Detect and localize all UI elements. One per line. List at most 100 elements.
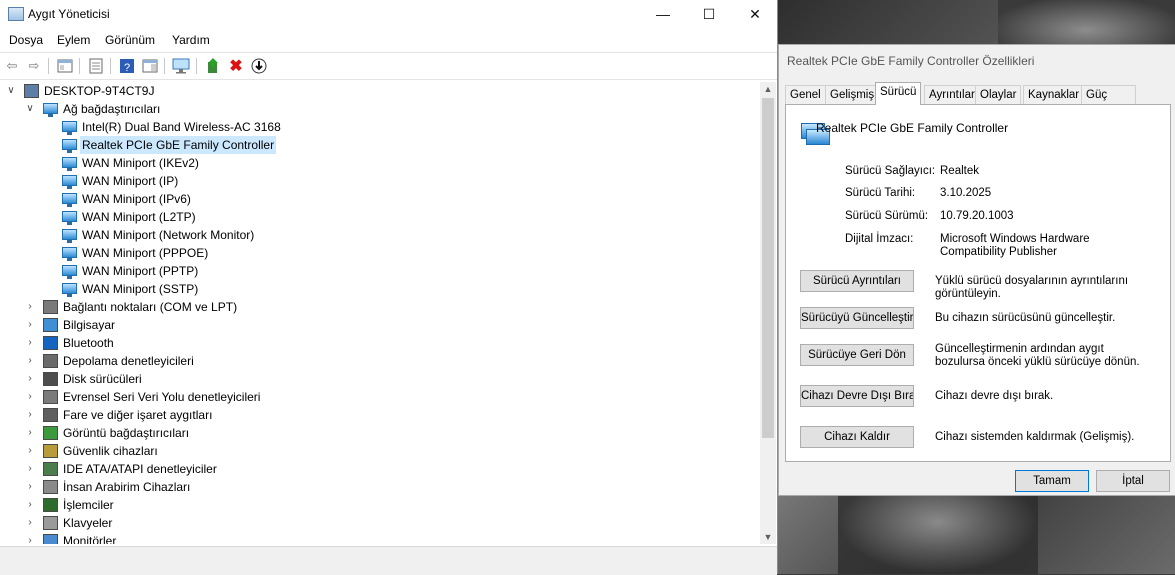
menu-action[interactable]: Eylem — [57, 33, 90, 47]
category-item[interactable]: › Depolama denetleyicileri — [0, 352, 760, 370]
tree-item-label: Depolama denetleyicileri — [63, 354, 194, 368]
network-adapter-item[interactable]: WAN Miniport (SSTP) — [0, 280, 760, 298]
expand-chevron-icon[interactable]: › — [25, 352, 35, 370]
uninstall-device-button[interactable]: Cihazı Kaldır — [800, 426, 914, 448]
roll-back-driver-button[interactable]: Sürücüye Geri Dön — [800, 344, 914, 366]
expand-chevron-icon[interactable]: › — [25, 514, 35, 532]
scroll-down-icon[interactable]: ▼ — [760, 530, 776, 544]
tree-item-label: Fare ve diğer işaret aygıtları — [63, 408, 213, 422]
tree-item-label: Klavyeler — [63, 516, 113, 530]
title-bar[interactable]: Aygıt Yöneticisi — ☐ ✕ — [0, 0, 777, 28]
expand-chevron-icon[interactable]: › — [25, 424, 35, 442]
category-item[interactable]: › IDE ATA/ATAPI denetleyiciler — [0, 460, 760, 478]
tree-item-label: İnsan Arabirim Cihazları — [63, 480, 191, 494]
expand-chevron-icon[interactable]: › — [25, 370, 35, 388]
network-adapter-icon — [62, 265, 77, 279]
expand-chevron-icon[interactable]: › — [25, 532, 35, 544]
expand-chevron-icon[interactable]: › — [25, 298, 35, 316]
tree-root[interactable]: ∨ DESKTOP-9T4CT9J — [0, 82, 760, 100]
category-network-adapters[interactable]: ∨ Ağ bağdaştırıcıları — [0, 100, 760, 118]
tree-item-label: IDE ATA/ATAPI denetleyiciler — [63, 462, 217, 476]
tree-item-label: WAN Miniport (IKEv2) — [82, 156, 199, 170]
tab-resources[interactable]: Kaynaklar — [1023, 85, 1085, 105]
category-item[interactable]: › Güvenlik cihazları — [0, 442, 760, 460]
port-icon — [43, 300, 58, 314]
show-hide-console-tree-icon[interactable] — [56, 57, 74, 75]
expand-chevron-icon[interactable]: › — [25, 334, 35, 352]
expand-chevron-icon[interactable]: › — [25, 478, 35, 496]
tab-events[interactable]: Olaylar — [975, 85, 1022, 105]
category-item[interactable]: › İnsan Arabirim Cihazları — [0, 478, 760, 496]
cancel-button[interactable]: İptal — [1096, 470, 1170, 492]
toolbar-separator — [79, 58, 80, 74]
network-adapter-item[interactable]: WAN Miniport (IPv6) — [0, 190, 760, 208]
menu-help[interactable]: Yardım — [172, 33, 210, 47]
network-adapter-item[interactable]: WAN Miniport (IKEv2) — [0, 154, 760, 172]
provider-label: Sürücü Sağlayıcı: — [845, 165, 936, 177]
forward-arrow-icon[interactable]: ⇨ — [25, 57, 43, 75]
category-item[interactable]: › Bluetooth — [0, 334, 760, 352]
network-adapter-item[interactable]: WAN Miniport (L2TP) — [0, 208, 760, 226]
uninstall-device-icon[interactable]: ✖ — [227, 57, 245, 75]
expand-chevron-icon[interactable]: › — [25, 496, 35, 514]
network-adapter-item[interactable]: Intel(R) Dual Band Wireless-AC 3168 — [0, 118, 760, 136]
bluetooth-icon — [43, 336, 58, 350]
disable-device-icon[interactable] — [250, 57, 268, 75]
tree-item-label: DESKTOP-9T4CT9J — [44, 84, 155, 98]
minimize-button[interactable]: — — [640, 0, 686, 28]
network-adapter-item[interactable]: WAN Miniport (Network Monitor) — [0, 226, 760, 244]
expand-chevron-icon[interactable]: › — [25, 460, 35, 478]
tab-power-management[interactable]: Güç Yönetimi — [1081, 85, 1136, 120]
category-item[interactable]: › İşlemciler — [0, 496, 760, 514]
tree-item-label: Ağ bağdaştırıcıları — [63, 102, 161, 116]
disk-drive-icon — [43, 372, 58, 386]
menu-file[interactable]: Dosya — [9, 33, 43, 47]
menu-view[interactable]: Görünüm — [105, 33, 155, 47]
tree-item-label: Görüntü bağdaştırıcıları — [63, 426, 190, 440]
category-item[interactable]: › Görüntü bağdaştırıcıları — [0, 424, 760, 442]
network-adapter-icon — [62, 229, 77, 243]
category-item[interactable]: › Klavyeler — [0, 514, 760, 532]
driver-details-button[interactable]: Sürücü Ayrıntıları — [800, 270, 914, 292]
action-pane-icon[interactable] — [141, 57, 159, 75]
tab-general[interactable]: Genel — [785, 85, 826, 105]
vertical-scrollbar[interactable]: ▲ ▼ — [760, 82, 776, 544]
category-item[interactable]: › Disk sürücüleri — [0, 370, 760, 388]
expand-chevron-icon[interactable]: › — [25, 442, 35, 460]
menu-bar: Dosya Eylem Görünüm Yardım — [0, 30, 777, 50]
tree-item-label: WAN Miniport (SSTP) — [82, 282, 199, 296]
expand-chevron-icon[interactable]: › — [25, 388, 35, 406]
ok-button[interactable]: Tamam — [1015, 470, 1089, 492]
tab-advanced[interactable]: Gelişmiş — [825, 85, 880, 105]
collapse-chevron-icon[interactable]: ∨ — [6, 82, 16, 100]
category-item[interactable]: › Bağlantı noktaları (COM ve LPT) — [0, 298, 760, 316]
network-adapter-item[interactable]: WAN Miniport (IP) — [0, 172, 760, 190]
help-icon[interactable]: ? — [118, 57, 136, 75]
category-item[interactable]: › Evrensel Seri Veri Yolu denetleyicileri — [0, 388, 760, 406]
network-adapter-item[interactable]: WAN Miniport (PPPOE) — [0, 244, 760, 262]
tree-item-label: İşlemciler — [63, 498, 114, 512]
network-adapter-item[interactable]: Realtek PCIe GbE Family Controller — [0, 136, 760, 154]
category-item[interactable]: › Fare ve diğer işaret aygıtları — [0, 406, 760, 424]
tab-driver[interactable]: Sürücü — [875, 82, 922, 105]
svg-text:?: ? — [124, 62, 130, 74]
scan-hardware-icon[interactable] — [172, 57, 190, 75]
back-arrow-icon[interactable]: ⇦ — [3, 57, 21, 75]
close-button[interactable]: ✕ — [732, 0, 778, 28]
update-driver-button[interactable]: Sürücüyü Güncelleştir — [800, 307, 914, 329]
expand-chevron-icon[interactable]: › — [25, 316, 35, 334]
update-driver-icon[interactable] — [204, 57, 222, 75]
category-item[interactable]: › Monitörler — [0, 532, 760, 544]
collapse-chevron-icon[interactable]: ∨ — [25, 100, 35, 118]
maximize-button[interactable]: ☐ — [686, 0, 732, 28]
expand-chevron-icon[interactable]: › — [25, 406, 35, 424]
disable-device-button[interactable]: Cihazı Devre Dışı Bırak — [800, 385, 914, 407]
scroll-up-icon[interactable]: ▲ — [760, 82, 776, 96]
dialog-title: Realtek PCIe GbE Family Controller Özell… — [787, 54, 1035, 68]
tree-item-label: Intel(R) Dual Band Wireless-AC 3168 — [82, 120, 281, 134]
tab-details[interactable]: Ayrıntılar — [924, 85, 980, 105]
properties-icon[interactable] — [87, 57, 105, 75]
network-adapter-item[interactable]: WAN Miniport (PPTP) — [0, 262, 760, 280]
scroll-thumb[interactable] — [762, 98, 774, 438]
category-item[interactable]: › Bilgisayar — [0, 316, 760, 334]
